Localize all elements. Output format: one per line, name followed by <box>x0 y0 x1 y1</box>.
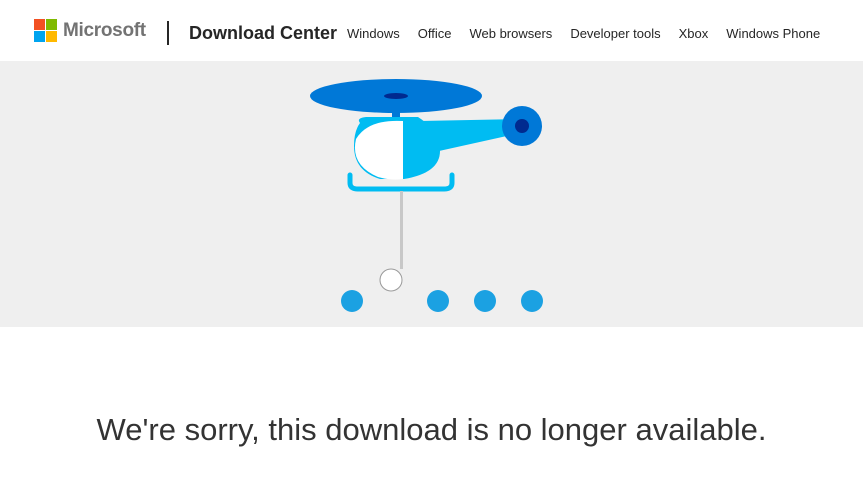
microsoft-logo[interactable]: Microsoft <box>34 19 146 42</box>
error-message: We're sorry, this download is no longer … <box>96 412 767 447</box>
helicopter-icon <box>310 79 543 312</box>
progress-dot-5 <box>521 290 543 312</box>
microsoft-logo-icon <box>34 19 57 42</box>
progress-dot-lifted <box>379 268 403 292</box>
progress-dot-1 <box>341 290 363 312</box>
progress-dot-4 <box>474 290 496 312</box>
nav-item-windows-phone[interactable]: Windows Phone <box>726 26 820 41</box>
nav-item-developer-tools[interactable]: Developer tools <box>570 26 660 41</box>
nav-item-windows[interactable]: Windows <box>347 26 400 41</box>
header-divider <box>167 21 169 45</box>
helicopter-tail-rotor-hub <box>515 119 529 133</box>
site-header: Microsoft Download Center Windows Office… <box>0 0 863 61</box>
helicopter-rotor-hub <box>384 93 408 99</box>
hero-banner <box>0 61 863 327</box>
brand-name: Microsoft <box>63 20 146 41</box>
nav-item-office[interactable]: Office <box>418 26 452 41</box>
nav-item-xbox[interactable]: Xbox <box>679 26 709 41</box>
helicopter-cable <box>400 191 403 269</box>
nav-item-web-browsers[interactable]: Web browsers <box>469 26 552 41</box>
site-title-link[interactable]: Download Center <box>189 22 337 44</box>
progress-dot-3 <box>427 290 449 312</box>
main-nav: Windows Office Web browsers Developer to… <box>347 25 820 43</box>
